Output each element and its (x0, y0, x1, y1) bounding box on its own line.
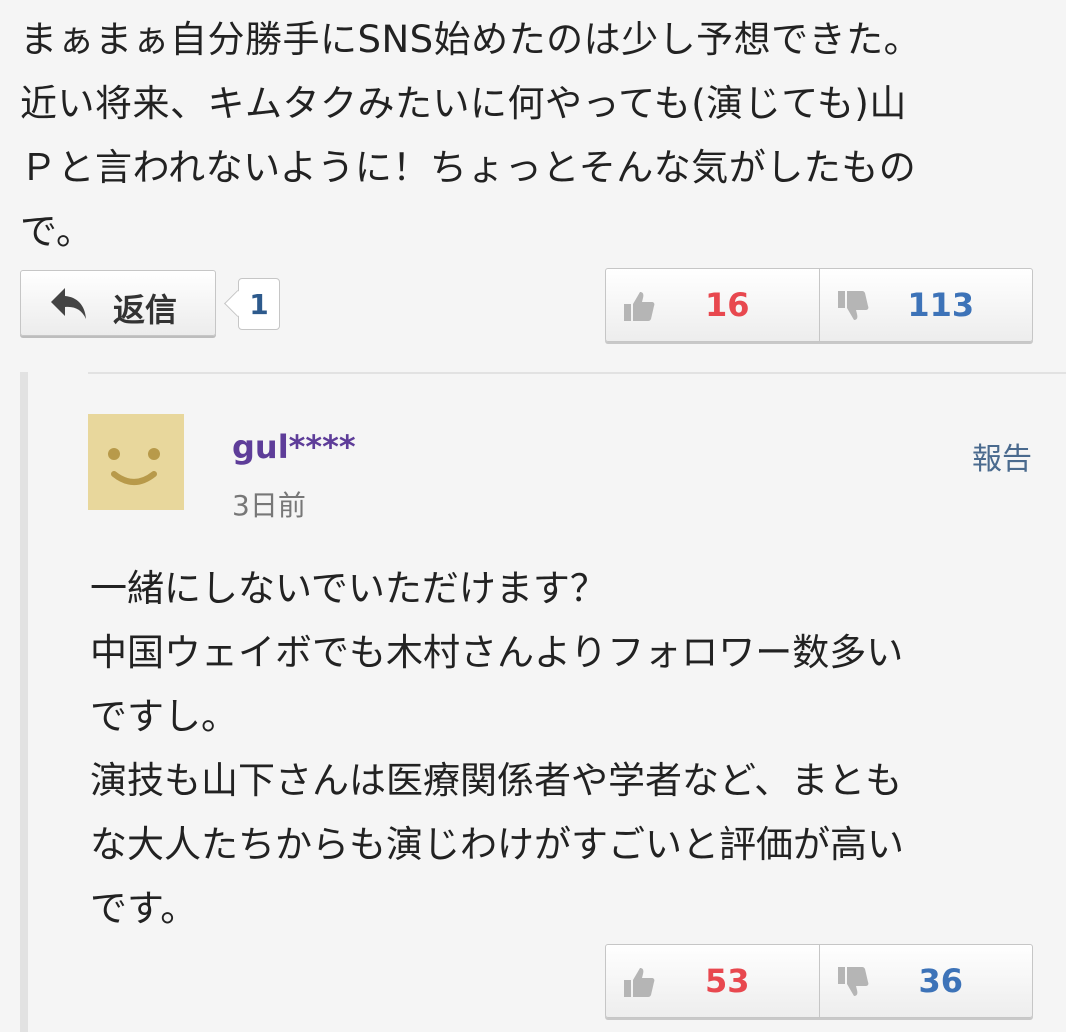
reply-line: な大人たちからも演じわけがすごいと評価が高い (90, 823, 904, 866)
reply-vote-group: 53 36 (605, 944, 1033, 1018)
reply-line: 演技も山下さんは医療関係者や学者など、まとも (90, 759, 903, 802)
smiley-avatar-icon (108, 448, 160, 485)
dislike-button[interactable]: 113 (818, 269, 1033, 341)
comment-line: まぁまぁ自分勝手にSNS始めたのは少し予想できた。 (20, 18, 922, 61)
like-button[interactable]: 16 (606, 269, 819, 341)
comment-line: 近い将来、キムタクみたいに何やっても(演じても)山 (20, 82, 907, 125)
like-button[interactable]: 53 (606, 945, 819, 1017)
dislike-count: 36 (918, 962, 964, 1000)
like-count: 16 (704, 286, 750, 324)
reply-arrow-icon (51, 288, 86, 319)
reply-line: 一緒にしないでいただけます？ (90, 567, 607, 610)
reply-line: ですし。 (90, 695, 238, 738)
report-link[interactable]: 報告 (972, 434, 1032, 478)
comment-body: まぁまぁ自分勝手にSNS始めたのは少し予想できた。 近い将来、キムタクみたいに何… (20, 8, 1050, 264)
dislike-count: 113 (907, 286, 975, 324)
reply-timestamp: 3日前 (232, 489, 306, 522)
dislike-button[interactable]: 36 (818, 945, 1033, 1017)
like-count: 53 (704, 962, 750, 1000)
avatar (88, 414, 184, 510)
reply-button[interactable]: 返信 (20, 270, 216, 336)
comment-line: Ｐと言われないように！ちょっとそんな気がしたもの (20, 146, 917, 189)
reply-divider (88, 372, 1066, 374)
reply-line: 中国ウェイボでも木村さんよりフォロワー数多い (90, 631, 904, 674)
reply-username[interactable]: gul**** (232, 428, 356, 466)
reply-button-label: 返信 (113, 291, 178, 329)
reply-body: 一緒にしないでいただけます？ 中国ウェイボでも木村さんよりフォロワー数多い です… (90, 557, 1040, 941)
reply-count-badge[interactable]: 1 (238, 278, 280, 330)
reply-line: です。 (90, 887, 198, 930)
comment-line: で。 (20, 210, 94, 253)
comment-vote-group: 16 113 (605, 268, 1033, 342)
